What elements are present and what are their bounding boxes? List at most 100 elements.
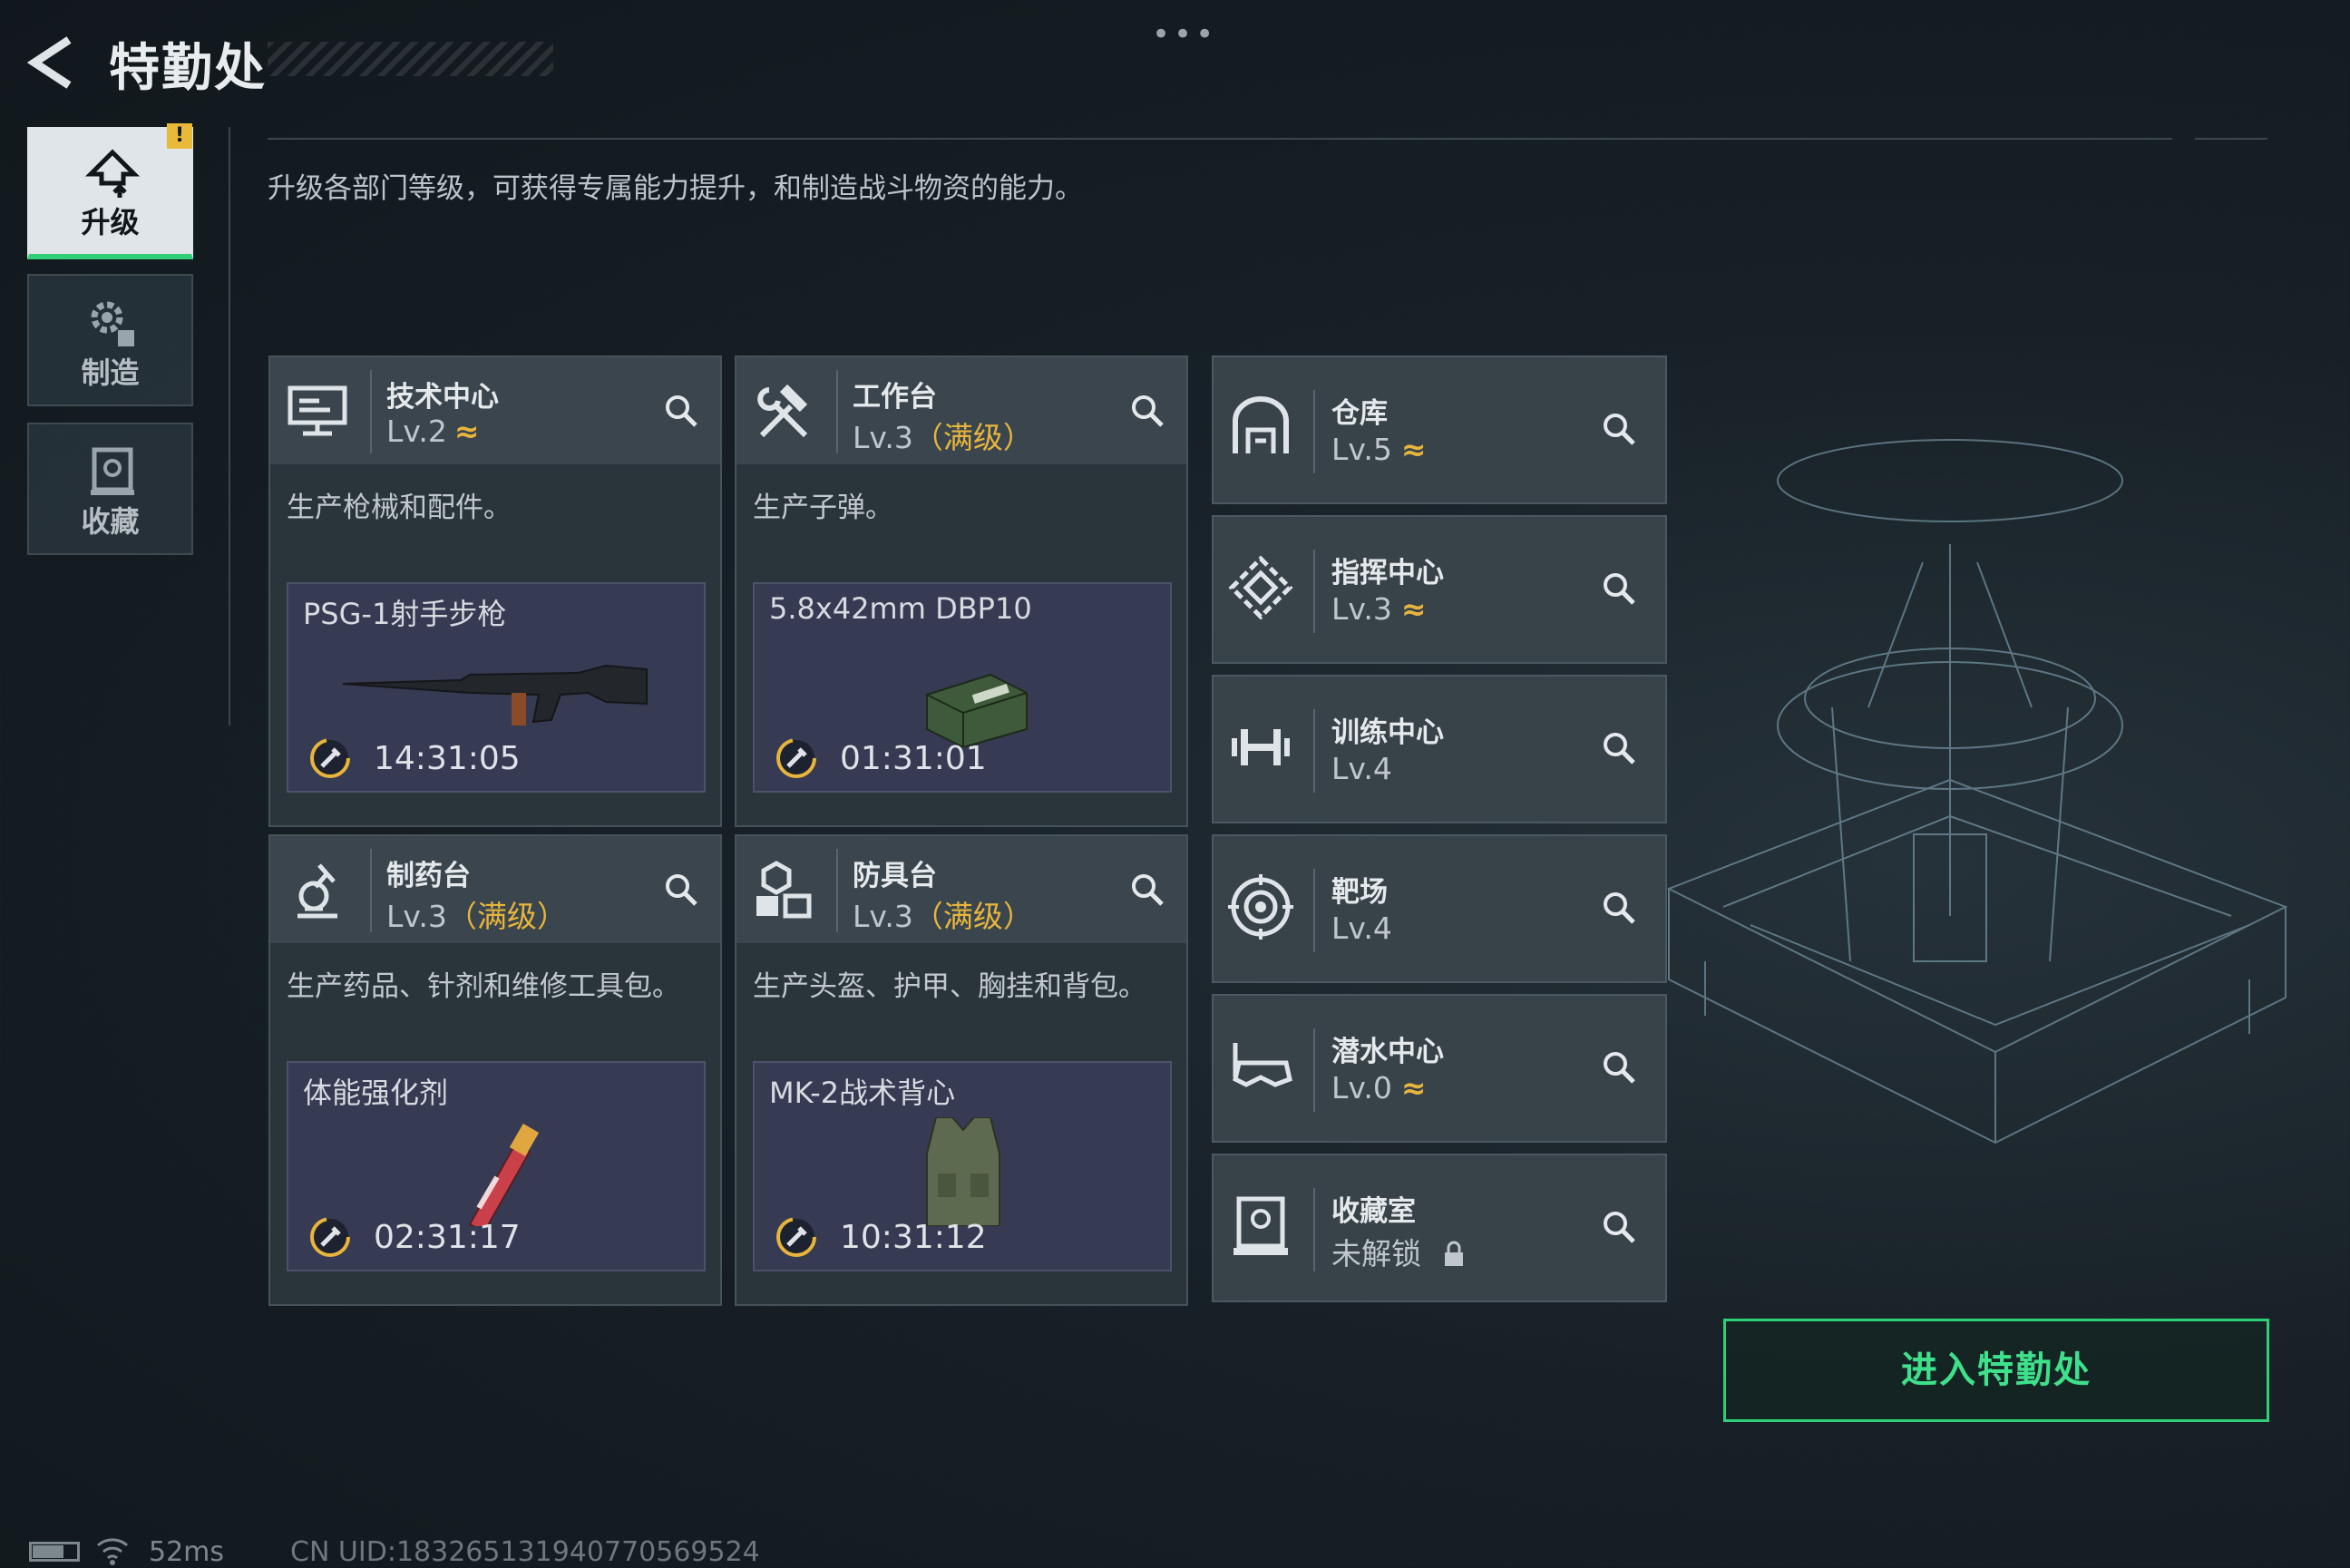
vest-icon [926,1117,1000,1226]
crafting-timer-icon [310,1217,350,1257]
dumbbell-icon [1232,729,1290,765]
microscope-icon [297,863,337,919]
workshop-description: 生产子弹。 [753,492,893,524]
tab-craft-label: 制造 [81,355,140,390]
tab-collection[interactable]: 收藏 [27,423,193,555]
item-name: 5.8x42mm DBP10 [769,591,1032,626]
upgrade-available-icon: ≈ [453,414,480,449]
workshop-level: Lv.2 ≈ [386,414,480,449]
upgrade-available-icon: ≈ [1400,591,1427,627]
workshop-name: 制药台 [386,860,471,892]
display-case-icon [1234,1196,1288,1255]
page-description: 升级各部门等级，可获得专属能力提升，和制造战斗物资的能力。 [268,172,1083,205]
facility-name: 靶场 [1331,876,1388,909]
rifle-icon [342,664,648,726]
armor-blocks-icon [756,861,812,919]
facility-name: 收藏室 [1331,1195,1416,1228]
facility-level: Lv.0 ≈ [1331,1070,1427,1105]
hammer-wrench-icon [757,384,808,438]
crafting-timer: 02:31:17 [374,1219,521,1256]
facility-name: 训练中心 [1331,716,1444,749]
workshop-level: Lv.3（满级） [853,899,1033,934]
search-icon[interactable] [1600,570,1638,608]
workshop-name: 工作台 [853,381,937,414]
facility-card-collection-room[interactable]: 收藏室 未解锁 [1212,1154,1667,1302]
warehouse-icon [1233,396,1289,453]
workshop-name: 防具台 [853,860,937,892]
facility-card-dive-center[interactable]: 潜水中心 Lv.0 ≈ [1212,994,1667,1143]
crafting-item-slot[interactable]: 体能强化剂 02:31:17 [287,1061,706,1271]
crafting-timer: 01:31:01 [840,740,987,777]
crafting-item-slot[interactable]: MK-2战术背心 10:31:12 [753,1061,1172,1271]
item-name: MK-2战术背心 [769,1076,956,1110]
crafting-timer: 14:31:05 [374,740,521,777]
injector-icon [468,1124,540,1226]
gear-icon [91,301,134,346]
crafting-item-slot[interactable]: 5.8x42mm DBP10 01:31:01 [753,582,1172,793]
workshop-card-armor-bench[interactable]: 防具台 Lv.3（满级） 生产头盔、护甲、胸挂和背包。 MK-2战术背心 10:… [735,834,1188,1306]
search-icon[interactable] [1600,1208,1638,1246]
search-icon[interactable] [1600,1048,1638,1086]
facility-level: Lv.5 ≈ [1331,432,1427,467]
tab-craft[interactable]: 制造 [27,274,193,406]
crafting-item-slot[interactable]: PSG-1射手步枪 14:31:05 [287,582,706,793]
lock-icon [1444,1241,1463,1266]
facility-blueprint-illustration [1666,439,2288,1144]
search-icon[interactable] [1600,729,1638,767]
search-icon[interactable] [662,871,700,909]
battery-level [33,1545,63,1558]
upgrade-available-icon: ≈ [1400,432,1427,467]
facility-card-shooting-range[interactable]: 靶场 Lv.4 [1212,834,1667,983]
page-title: 特勤处 [109,39,267,98]
workshop-card-pharmacy[interactable]: 制药台 Lv.3（满级） 生产药品、针剂和维修工具包。 体能强化剂 02:31:… [268,834,722,1306]
max-level-tag: （满级） [446,899,567,934]
workshop-description: 生产枪械和配件。 [287,492,512,524]
search-icon[interactable] [1600,889,1638,927]
monitor-icon [288,385,347,436]
content-top-rule [268,138,2172,140]
search-icon[interactable] [1600,410,1638,448]
facility-name: 潜水中心 [1331,1036,1444,1068]
facility-level: Lv.4 [1331,911,1392,946]
search-icon[interactable] [1128,392,1166,430]
facility-name: 仓库 [1331,397,1388,430]
wifi-icon [97,1538,128,1565]
crafting-timer-icon [310,738,350,778]
workshop-description: 生产药品、针剂和维修工具包。 [287,970,680,1003]
command-icon [1228,555,1293,620]
facility-name: 指挥中心 [1331,557,1444,589]
workshop-level: Lv.3（满级） [386,899,567,934]
crafting-timer-icon [776,1217,816,1257]
enter-special-ops-button[interactable]: 进入特勤处 [1723,1319,2269,1422]
facility-card-training-center[interactable]: 训练中心 Lv.4 [1212,675,1667,823]
collection-icon [91,447,134,495]
max-level-tag: （满级） [912,420,1033,455]
item-name: 体能强化剂 [303,1076,449,1110]
ammo-box-icon [926,673,1028,747]
tab-upgrade-label: 升级 [81,205,140,239]
title-decoration [268,42,553,76]
back-arrow-icon[interactable] [25,34,82,91]
search-icon[interactable] [1128,871,1166,909]
workshop-name: 技术中心 [386,381,499,414]
max-level-tag: （满级） [912,899,1033,934]
tab-collection-label: 收藏 [81,504,140,539]
workshop-description: 生产头盔、护甲、胸挂和背包。 [753,970,1146,1003]
more-options-icon[interactable]: ••• [1152,16,1217,53]
user-uid: CN UID:18326513194077056952​4 [290,1536,760,1568]
search-icon[interactable] [662,392,700,430]
facility-card-warehouse[interactable]: 仓库 Lv.5 ≈ [1212,355,1667,504]
facility-level: Lv.3 ≈ [1331,591,1427,627]
facility-card-command-center[interactable]: 指挥中心 Lv.3 ≈ [1212,515,1667,664]
facility-level: Lv.4 [1331,751,1392,786]
crafting-timer: 10:31:12 [840,1219,987,1256]
workshop-card-tech-center[interactable]: 技术中心 Lv.2 ≈ 生产枪械和配件。 PSG-1射手步枪 14:31:05 [268,355,722,827]
dive-mask-icon [1233,1043,1292,1087]
workshop-card-workbench[interactable]: 工作台 Lv.3（满级） 生产子弹。 5.8x42mm DBP10 01:31:… [735,355,1188,827]
upgrade-available-icon: ≈ [1400,1070,1427,1105]
target-icon [1228,874,1293,940]
decor-rule [2195,138,2267,140]
nav-divider [229,127,230,726]
alert-badge: ! [167,123,192,149]
upgrade-icon [84,149,141,198]
